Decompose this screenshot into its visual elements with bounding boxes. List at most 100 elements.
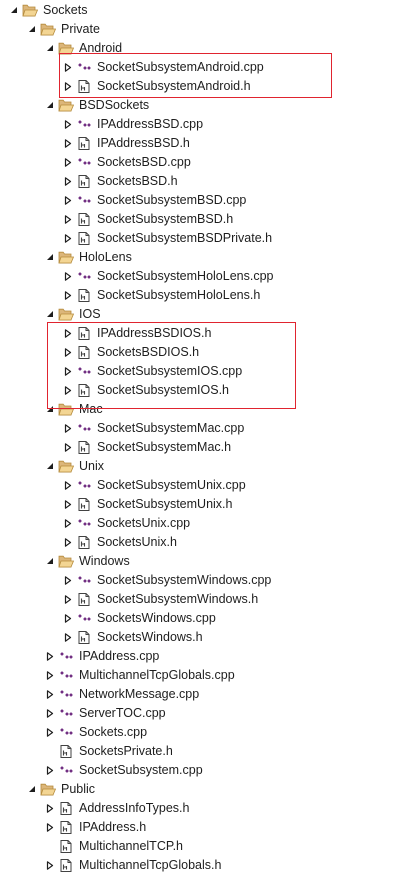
collapsed-arrow-icon[interactable]	[46, 709, 54, 718]
tree-item-socketsubsystemandroid-cpp[interactable]: SocketSubsystemAndroid.cpp	[0, 58, 418, 77]
collapsed-arrow-icon[interactable]	[64, 481, 72, 490]
tree-item-multichanneltcpglobals-cpp[interactable]: MultichannelTcpGlobals.cpp	[0, 666, 418, 685]
tree-item-socketsubsystem-cpp[interactable]: SocketSubsystem.cpp	[0, 761, 418, 780]
collapsed-arrow-icon[interactable]	[64, 386, 72, 395]
tree-item-label: SocketSubsystemMac.h	[97, 440, 232, 454]
tree-item-bsdsockets[interactable]: BSDSockets	[0, 96, 418, 115]
collapsed-arrow-icon[interactable]	[64, 348, 72, 357]
collapsed-arrow-icon[interactable]	[64, 443, 72, 452]
collapsed-arrow-icon[interactable]	[46, 652, 54, 661]
tree-item-socketsubsystemmac-h[interactable]: SocketSubsystemMac.h	[0, 438, 418, 457]
tree-item-mac[interactable]: Mac	[0, 400, 418, 419]
collapsed-arrow-icon[interactable]	[64, 158, 72, 167]
tree-item-socketsubsystemhololens-cpp[interactable]: SocketSubsystemHoloLens.cpp	[0, 267, 418, 286]
tree-item-label: SocketsUnix.cpp	[97, 516, 191, 530]
tree-item-socketsubsystemwindows-h[interactable]: SocketSubsystemWindows.h	[0, 590, 418, 609]
collapsed-arrow-icon[interactable]	[64, 576, 72, 585]
tree-item-multichanneltcpglobals-h[interactable]: MultichannelTcpGlobals.h	[0, 856, 418, 875]
expanded-arrow-icon[interactable]	[28, 25, 36, 34]
tree-item-ipaddressbsd-h[interactable]: IPAddressBSD.h	[0, 134, 418, 153]
expanded-arrow-icon[interactable]	[46, 405, 54, 414]
header-file-icon	[76, 440, 92, 455]
collapsed-arrow-icon[interactable]	[64, 196, 72, 205]
tree-item-socketsprivate-h[interactable]: SocketsPrivate.h	[0, 742, 418, 761]
tree-item-socketsubsystemios-h[interactable]: SocketSubsystemIOS.h	[0, 381, 418, 400]
tree-item-socketsbsd-cpp[interactable]: SocketsBSD.cpp	[0, 153, 418, 172]
tree-item-socketsubsystemunix-cpp[interactable]: SocketSubsystemUnix.cpp	[0, 476, 418, 495]
collapsed-arrow-icon[interactable]	[64, 329, 72, 338]
tree-item-windows[interactable]: Windows	[0, 552, 418, 571]
expanded-arrow-icon[interactable]	[46, 253, 54, 262]
expanded-arrow-icon[interactable]	[28, 785, 36, 794]
tree-item-public[interactable]: Public	[0, 780, 418, 799]
tree-item-socketsubsystemwindows-cpp[interactable]: SocketSubsystemWindows.cpp	[0, 571, 418, 590]
tree-item-socketsubsystembsd-h[interactable]: SocketSubsystemBSD.h	[0, 210, 418, 229]
expanded-arrow-icon[interactable]	[10, 6, 18, 15]
collapsed-arrow-icon[interactable]	[64, 519, 72, 528]
tree-item-android[interactable]: Android	[0, 39, 418, 58]
tree-item-socketsubsystemandroid-h[interactable]: SocketSubsystemAndroid.h	[0, 77, 418, 96]
collapsed-arrow-icon[interactable]	[46, 823, 54, 832]
tree-item-label: IPAddressBSDIOS.h	[97, 326, 212, 340]
collapsed-arrow-icon[interactable]	[46, 766, 54, 775]
tree-item-sockets[interactable]: Sockets	[0, 1, 418, 20]
collapsed-arrow-icon[interactable]	[64, 120, 72, 129]
tree-item-multichanneltcp-h[interactable]: MultichannelTCP.h	[0, 837, 418, 856]
cpp-file-icon	[76, 193, 92, 208]
collapsed-arrow-icon[interactable]	[64, 234, 72, 243]
header-file-icon	[58, 839, 74, 854]
collapsed-arrow-icon[interactable]	[64, 538, 72, 547]
expanded-arrow-icon[interactable]	[46, 310, 54, 319]
expanded-arrow-icon[interactable]	[46, 557, 54, 566]
tree-item-servertoc-cpp[interactable]: ServerTOC.cpp	[0, 704, 418, 723]
tree-item-label: SocketsPrivate.h	[79, 744, 173, 758]
collapsed-arrow-icon[interactable]	[64, 595, 72, 604]
tree-item-ipaddress-h[interactable]: IPAddress.h	[0, 818, 418, 837]
collapsed-arrow-icon[interactable]	[64, 633, 72, 642]
collapsed-arrow-icon[interactable]	[64, 500, 72, 509]
expanded-arrow-icon[interactable]	[46, 101, 54, 110]
expanded-arrow-icon[interactable]	[46, 462, 54, 471]
tree-item-addressinfotypes-h[interactable]: AddressInfoTypes.h	[0, 799, 418, 818]
collapsed-arrow-icon[interactable]	[46, 728, 54, 737]
tree-item-label: IPAddressBSD.cpp	[97, 117, 204, 131]
tree-item-socketsubsystemmac-cpp[interactable]: SocketSubsystemMac.cpp	[0, 419, 418, 438]
tree-item-label: SocketsBSD.h	[97, 174, 178, 188]
collapsed-arrow-icon[interactable]	[64, 139, 72, 148]
expanded-arrow-icon[interactable]	[46, 44, 54, 53]
tree-item-socketsbsdios-h[interactable]: SocketsBSDIOS.h	[0, 343, 418, 362]
tree-item-ipaddressbsdios-h[interactable]: IPAddressBSDIOS.h	[0, 324, 418, 343]
tree-item-label: SocketSubsystem.cpp	[79, 763, 203, 777]
tree-item-socketsubsystembsdprivate-h[interactable]: SocketSubsystemBSDPrivate.h	[0, 229, 418, 248]
tree-item-sockets-cpp[interactable]: Sockets.cpp	[0, 723, 418, 742]
tree-item-ipaddressbsd-cpp[interactable]: IPAddressBSD.cpp	[0, 115, 418, 134]
tree-item-socketsubsystemunix-h[interactable]: SocketSubsystemUnix.h	[0, 495, 418, 514]
tree-item-socketsubsystemios-cpp[interactable]: SocketSubsystemIOS.cpp	[0, 362, 418, 381]
tree-item-socketsubsystembsd-cpp[interactable]: SocketSubsystemBSD.cpp	[0, 191, 418, 210]
collapsed-arrow-icon[interactable]	[46, 690, 54, 699]
collapsed-arrow-icon[interactable]	[64, 614, 72, 623]
collapsed-arrow-icon[interactable]	[64, 177, 72, 186]
collapsed-arrow-icon[interactable]	[64, 215, 72, 224]
tree-item-hololens[interactable]: HoloLens	[0, 248, 418, 267]
collapsed-arrow-icon[interactable]	[46, 861, 54, 870]
tree-item-networkmessage-cpp[interactable]: NetworkMessage.cpp	[0, 685, 418, 704]
tree-item-socketsubsystemhololens-h[interactable]: SocketSubsystemHoloLens.h	[0, 286, 418, 305]
tree-item-ipaddress-cpp[interactable]: IPAddress.cpp	[0, 647, 418, 666]
collapsed-arrow-icon[interactable]	[64, 291, 72, 300]
tree-item-unix[interactable]: Unix	[0, 457, 418, 476]
collapsed-arrow-icon[interactable]	[64, 424, 72, 433]
tree-item-private[interactable]: Private	[0, 20, 418, 39]
collapsed-arrow-icon[interactable]	[46, 804, 54, 813]
tree-item-socketsunix-h[interactable]: SocketsUnix.h	[0, 533, 418, 552]
collapsed-arrow-icon[interactable]	[64, 82, 72, 91]
tree-item-socketsbsd-h[interactable]: SocketsBSD.h	[0, 172, 418, 191]
tree-item-socketswindows-cpp[interactable]: SocketsWindows.cpp	[0, 609, 418, 628]
collapsed-arrow-icon[interactable]	[46, 671, 54, 680]
collapsed-arrow-icon[interactable]	[64, 367, 72, 376]
collapsed-arrow-icon[interactable]	[64, 272, 72, 281]
tree-item-socketswindows-h[interactable]: SocketsWindows.h	[0, 628, 418, 647]
tree-item-ios[interactable]: IOS	[0, 305, 418, 324]
collapsed-arrow-icon[interactable]	[64, 63, 72, 72]
tree-item-socketsunix-cpp[interactable]: SocketsUnix.cpp	[0, 514, 418, 533]
